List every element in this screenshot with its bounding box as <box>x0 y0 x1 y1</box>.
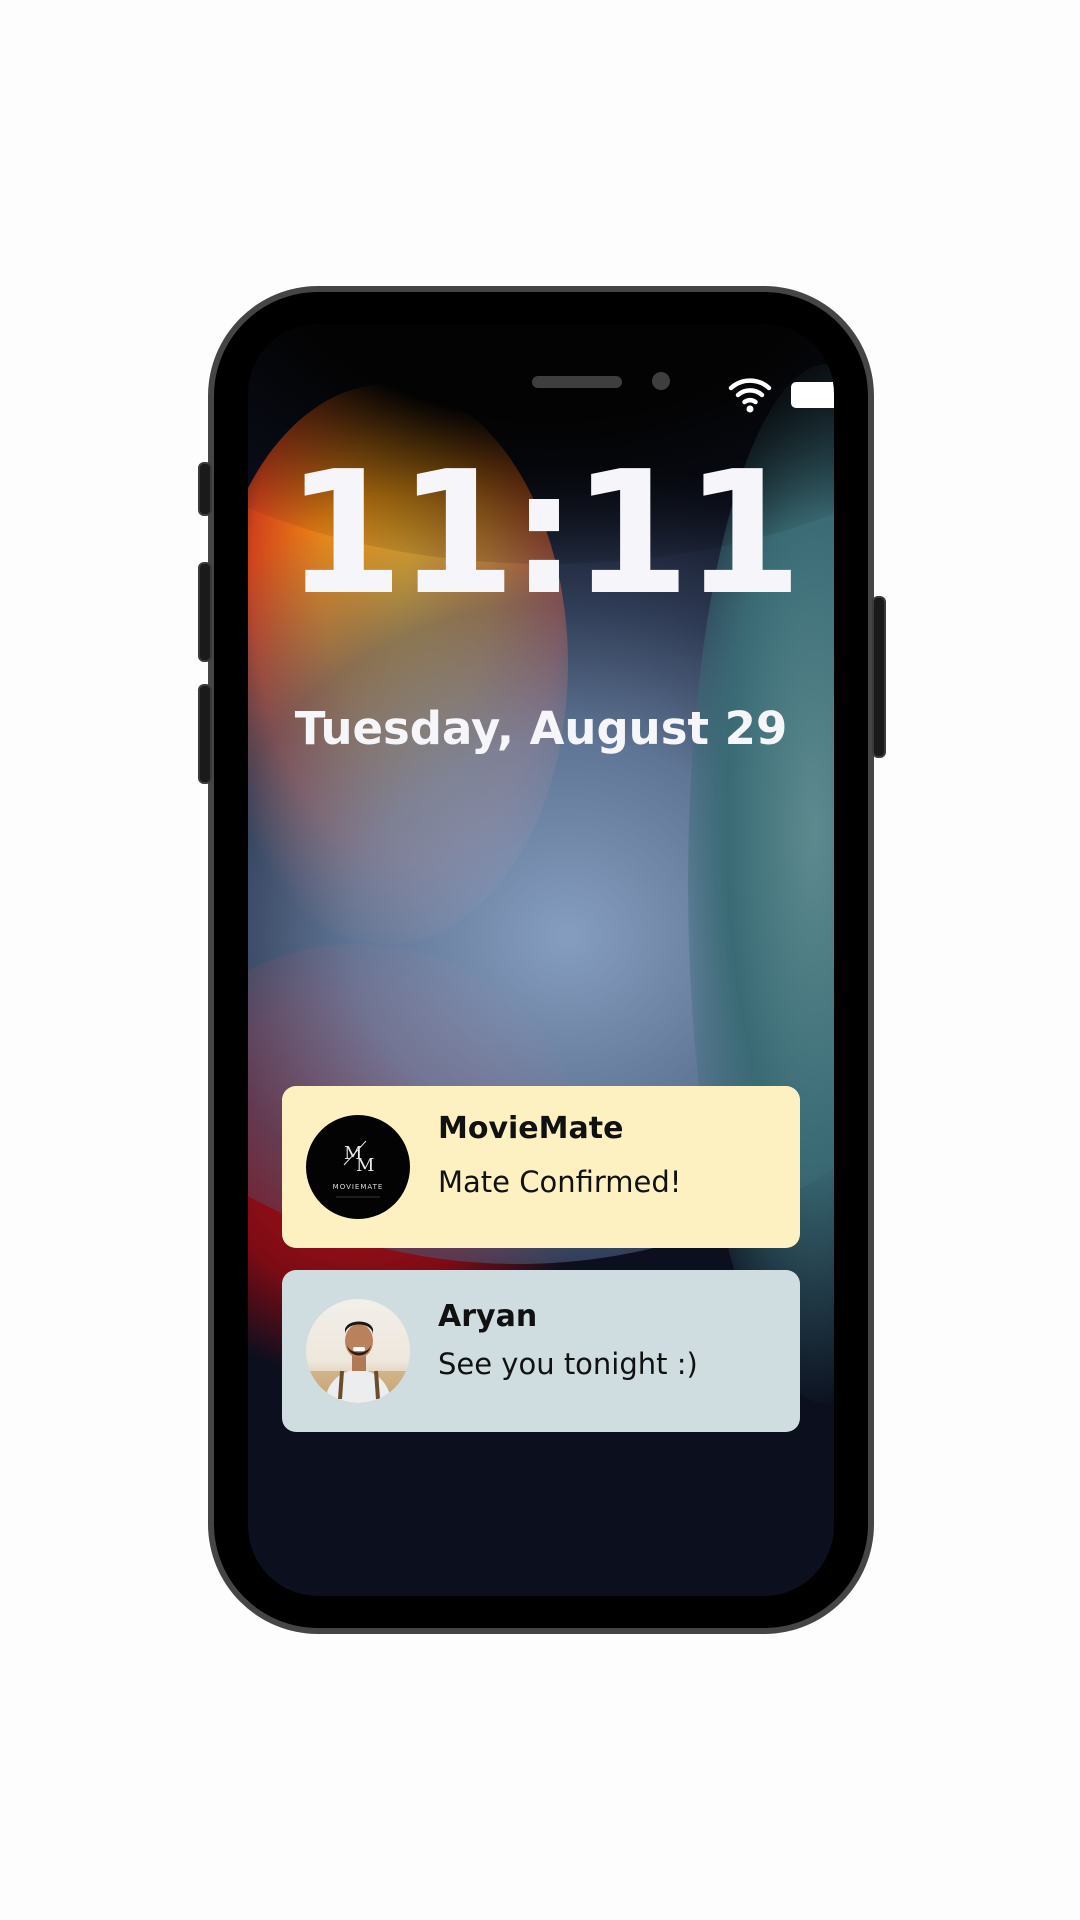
notification-title: Aryan <box>438 1299 538 1334</box>
volume-down-button <box>198 684 212 784</box>
mute-switch <box>198 462 212 516</box>
front-camera <box>652 372 670 390</box>
notification-title: MovieMate <box>438 1111 624 1146</box>
notification-moviemate[interactable]: M M MOVIEMATE MovieMate Mate Confirmed! <box>282 1086 800 1248</box>
earpiece-speaker <box>532 376 622 388</box>
svg-text:M: M <box>356 1155 374 1176</box>
lock-screen: 11:11 Tuesday, August 29 M M MOVIEMATE M… <box>248 324 834 1596</box>
notification-message: See you tonight :) <box>438 1347 698 1381</box>
moviemate-logo: M M MOVIEMATE <box>306 1115 410 1219</box>
lock-date: Tuesday, August 29 <box>294 702 788 755</box>
volume-up-button <box>198 562 212 662</box>
battery-icon <box>791 382 834 408</box>
lock-time: 11:11 <box>285 435 802 633</box>
notification-message: Mate Confirmed! <box>438 1165 682 1199</box>
wifi-icon <box>728 378 772 413</box>
contact-photo <box>306 1299 410 1403</box>
notification-aryan[interactable]: Aryan See you tonight :) <box>282 1270 800 1432</box>
moviemate-logo-text: MOVIEMATE <box>332 1183 384 1191</box>
power-button <box>872 596 886 758</box>
phone-frame: 11:11 Tuesday, August 29 M M MOVIEMATE M… <box>198 286 886 1634</box>
